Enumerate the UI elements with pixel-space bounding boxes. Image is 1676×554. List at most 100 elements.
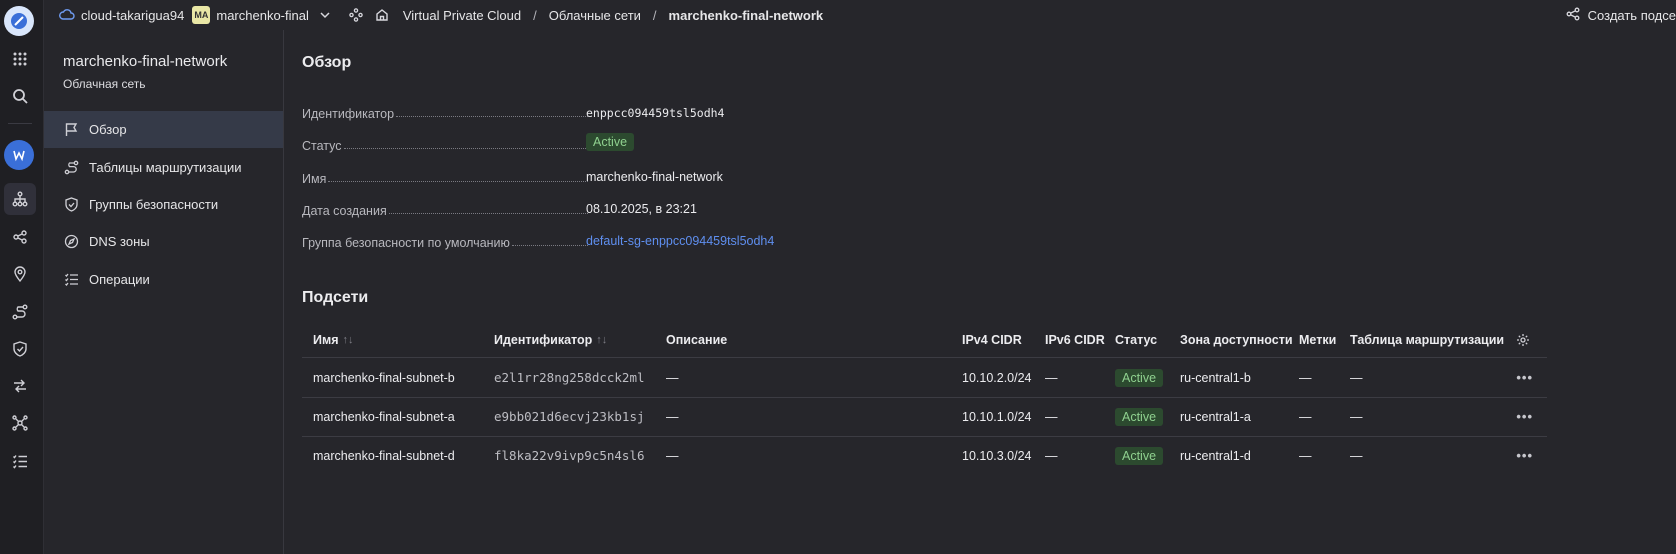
leader-dots bbox=[343, 148, 588, 149]
subnet-zone: ru-central1-a bbox=[1180, 409, 1251, 424]
subnet-labels: — bbox=[1299, 448, 1312, 463]
row-actions-menu-icon[interactable]: ••• bbox=[1516, 397, 1533, 436]
column-header-ipv4: IPv4 CIDR bbox=[962, 333, 1022, 347]
table-row[interactable]: marchenko-final-subnet-d fl8ka22v9ivp9c5… bbox=[302, 436, 1547, 475]
folder-badge: MA bbox=[192, 6, 211, 24]
subnet-ipv4: 10.10.3.0/24 bbox=[962, 448, 1032, 463]
leader-dots bbox=[511, 245, 588, 246]
prop-label: Имя bbox=[302, 172, 327, 186]
services-graph-icon[interactable] bbox=[349, 8, 363, 22]
subnet-ipv6: — bbox=[1045, 370, 1058, 385]
home-icon[interactable] bbox=[375, 8, 389, 22]
nav-item-overview[interactable]: Обзор bbox=[44, 111, 283, 148]
created-date-value: 08.10.2025, в 23:21 bbox=[586, 202, 697, 216]
flag-icon bbox=[63, 122, 79, 138]
status-badge-text: Active bbox=[586, 133, 635, 151]
nav-item-dns-zones[interactable]: DNS зоны bbox=[44, 223, 283, 260]
subnet-zone: ru-central1-d bbox=[1180, 448, 1251, 463]
default-sg-link[interactable]: default-sg-enppcc094459tsl5odh4 bbox=[586, 234, 774, 248]
create-subnet-button[interactable]: Создать подсе bbox=[1566, 0, 1676, 30]
table-row[interactable]: marchenko-final-subnet-b e2l1rr28ng258dc… bbox=[302, 358, 1547, 397]
subnets-heading: Подсети bbox=[302, 289, 369, 306]
leader-dots bbox=[328, 181, 588, 182]
subnet-description: — bbox=[666, 370, 679, 385]
subnet-name[interactable]: marchenko-final-subnet-a bbox=[313, 397, 455, 436]
subnet-zone: ru-central1-b bbox=[1180, 370, 1251, 385]
subnet-description: — bbox=[666, 448, 679, 463]
rail-divider bbox=[8, 123, 32, 124]
nav-item-route-tables[interactable]: Таблицы маршрутизации bbox=[44, 149, 283, 186]
breadcrumb-networks[interactable]: Облачные сети bbox=[549, 8, 641, 23]
prop-label: Идентификатор bbox=[302, 107, 395, 121]
row-actions-menu-icon[interactable]: ••• bbox=[1516, 358, 1533, 397]
status-badge: Active bbox=[1115, 358, 1164, 397]
leader-dots bbox=[396, 116, 588, 117]
network-title: marchenko-final-network bbox=[63, 53, 228, 70]
table-row[interactable]: marchenko-final-subnet-a e9bb021d6ecvj23… bbox=[302, 397, 1547, 436]
nav-item-label: Операции bbox=[89, 272, 150, 287]
nav-item-label: Группы безопасности bbox=[89, 197, 219, 212]
column-header-status: Статус bbox=[1115, 333, 1158, 347]
nav-item-operations[interactable]: Операции bbox=[44, 261, 283, 298]
prop-label: Группа безопасности по умолчанию bbox=[302, 236, 510, 250]
prop-status: Статус bbox=[302, 135, 588, 153]
sort-icon[interactable]: ↑↓ bbox=[343, 334, 354, 346]
status-badge: Active bbox=[1115, 397, 1164, 436]
row-actions-menu-icon[interactable]: ••• bbox=[1516, 436, 1533, 475]
subnet-route-table: — bbox=[1350, 409, 1363, 424]
column-header-name[interactable]: Имя ↑↓ bbox=[313, 322, 354, 358]
column-header-route-table: Таблица маршрутизации bbox=[1350, 333, 1505, 347]
cloud-selector[interactable]: cloud-takarigua94 bbox=[59, 8, 184, 23]
vpc-service-icon[interactable] bbox=[4, 140, 34, 170]
cloud-networks-icon[interactable] bbox=[4, 183, 36, 215]
app-rail bbox=[0, 0, 44, 554]
nav-item-label: DNS зоны bbox=[89, 234, 150, 249]
table-settings-icon[interactable] bbox=[1516, 322, 1530, 358]
subnet-id: e2l1rr28ng258dcck2ml bbox=[494, 370, 645, 385]
share-nodes-icon[interactable] bbox=[4, 221, 36, 253]
main-content: Обзор Идентификатор enppcc094459tsl5odh4… bbox=[284, 30, 1676, 554]
route-icon bbox=[63, 160, 79, 176]
subnet-ipv4: 10.10.2.0/24 bbox=[962, 370, 1032, 385]
cloud-logo-icon[interactable] bbox=[4, 6, 34, 36]
routes-icon[interactable] bbox=[4, 296, 36, 328]
shield-icon[interactable] bbox=[4, 333, 36, 365]
leader-dots bbox=[388, 213, 588, 214]
subnet-labels: — bbox=[1299, 409, 1312, 424]
breadcrumb-current: marchenko-final-network bbox=[668, 7, 824, 23]
network-hub-icon[interactable] bbox=[4, 407, 36, 439]
cloud-name: cloud-takarigua94 bbox=[81, 7, 185, 23]
subnet-id: fl8ka22v9ivp9c5n4sl6 bbox=[494, 448, 645, 463]
prop-label: Дата создания bbox=[302, 204, 387, 218]
nav-item-label: Обзор bbox=[89, 122, 127, 137]
create-subnet-label: Создать подсе bbox=[1587, 7, 1676, 23]
section-nav: marchenko-final-network Облачная сеть Об… bbox=[44, 30, 284, 554]
subnet-route-table: — bbox=[1350, 448, 1363, 463]
prop-created: Дата создания bbox=[302, 200, 588, 218]
column-header-id[interactable]: Идентификатор ↑↓ bbox=[494, 322, 607, 358]
prop-label: Статус bbox=[302, 139, 342, 153]
breadcrumb-separator: / bbox=[533, 7, 537, 23]
apps-grid-icon[interactable] bbox=[4, 43, 36, 75]
subnet-id: e9bb021d6ecvj23kb1sj bbox=[494, 409, 645, 424]
subnet-ipv4: 10.10.1.0/24 bbox=[962, 409, 1032, 424]
breadcrumb-vpc[interactable]: Virtual Private Cloud bbox=[403, 8, 521, 23]
search-icon[interactable] bbox=[4, 80, 36, 112]
location-pin-icon[interactable] bbox=[4, 258, 36, 290]
column-header-labels: Метки bbox=[1299, 333, 1337, 347]
breadcrumb-separator: / bbox=[652, 7, 657, 23]
shield-icon bbox=[63, 197, 79, 213]
subnet-name[interactable]: marchenko-final-subnet-b bbox=[313, 358, 455, 397]
folder-name[interactable]: marchenko-final bbox=[216, 8, 309, 23]
network-subtitle: Облачная сеть bbox=[63, 77, 146, 91]
network-name-value: marchenko-final-network bbox=[586, 170, 723, 184]
operations-list-icon[interactable] bbox=[4, 445, 36, 477]
subnet-name[interactable]: marchenko-final-subnet-d bbox=[313, 436, 455, 475]
arrows-exchange-icon[interactable] bbox=[4, 370, 36, 402]
sort-icon[interactable]: ↑↓ bbox=[596, 334, 607, 346]
cloud-icon bbox=[59, 8, 75, 23]
chevron-down-icon[interactable] bbox=[319, 9, 331, 21]
status-badge: Active bbox=[586, 133, 635, 151]
compass-icon bbox=[63, 234, 79, 250]
nav-item-security-groups[interactable]: Группы безопасности bbox=[44, 186, 283, 223]
